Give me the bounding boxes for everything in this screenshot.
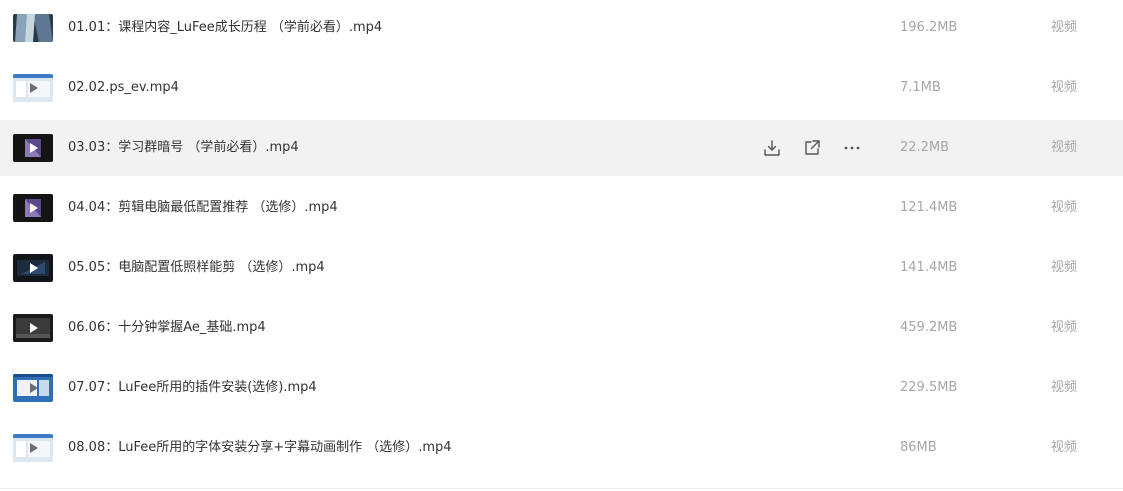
video-thumbnail[interactable] [13, 314, 53, 342]
download-icon[interactable] [762, 138, 782, 158]
file-type: 视频 [1051, 80, 1078, 95]
file-name[interactable]: 05.05：电脑配置低照样能剪 （选修）.mp4 [68, 240, 325, 296]
list-bottom-divider [0, 488, 1123, 489]
file-type: 视频 [1051, 260, 1078, 275]
file-size: 196.2MB [900, 20, 958, 35]
share-icon[interactable] [802, 138, 822, 158]
file-type: 视频 [1051, 140, 1078, 155]
more-icon[interactable] [842, 138, 862, 158]
file-type: 视频 [1051, 440, 1078, 455]
file-size: 141.4MB [900, 260, 958, 275]
file-type: 视频 [1051, 320, 1078, 335]
video-thumbnail[interactable] [13, 74, 53, 102]
file-size: 7.1MB [900, 80, 941, 95]
file-row[interactable]: 01.01：课程内容_LuFee成长历程 （学前必看）.mp4 196.2MB 视频 [0, 0, 1123, 56]
file-row[interactable]: 07.07：LuFee所用的插件安装(选修).mp4 229.5MB 视频 [0, 360, 1123, 416]
file-size: 459.2MB [900, 320, 958, 335]
file-row[interactable]: 08.08：LuFee所用的字体安装分享+字幕动画制作 （选修）.mp4 86MB… [0, 420, 1123, 476]
file-size: 229.5MB [900, 380, 958, 395]
file-name[interactable]: 01.01：课程内容_LuFee成长历程 （学前必看）.mp4 [68, 0, 382, 56]
file-size: 86MB [900, 440, 937, 455]
file-type: 视频 [1051, 20, 1078, 35]
file-row[interactable]: 06.06：十分钟掌握Ae_基础.mp4 459.2MB 视频 [0, 300, 1123, 356]
file-row[interactable]: 04.04：剪辑电脑最低配置推荐 （选修）.mp4 121.4MB 视频 [0, 180, 1123, 236]
row-actions [760, 120, 870, 176]
video-thumbnail[interactable] [13, 14, 53, 42]
video-thumbnail[interactable] [13, 254, 53, 282]
file-size: 121.4MB [900, 200, 958, 215]
file-name[interactable]: 04.04：剪辑电脑最低配置推荐 （选修）.mp4 [68, 180, 338, 236]
file-name[interactable]: 06.06：十分钟掌握Ae_基础.mp4 [68, 300, 266, 356]
video-thumbnail[interactable] [13, 434, 53, 462]
video-thumbnail[interactable] [13, 194, 53, 222]
file-name[interactable]: 03.03：学习群暗号 （学前必看）.mp4 [68, 120, 299, 176]
file-list: 01.01：课程内容_LuFee成长历程 （学前必看）.mp4 196.2MB 视频… [0, 0, 1123, 491]
file-type: 视频 [1051, 200, 1078, 215]
video-thumbnail[interactable] [13, 134, 53, 162]
video-thumbnail[interactable] [13, 374, 53, 402]
file-row[interactable]: 02.02.ps_ev.mp4 7.1MB 视频 [0, 60, 1123, 116]
file-row[interactable]: 03.03：学习群暗号 （学前必看）.mp4 22.2MB 视频 [0, 120, 1123, 176]
file-type: 视频 [1051, 380, 1078, 395]
file-name[interactable]: 07.07：LuFee所用的插件安装(选修).mp4 [68, 360, 317, 416]
file-row[interactable]: 05.05：电脑配置低照样能剪 （选修）.mp4 141.4MB 视频 [0, 240, 1123, 296]
file-name[interactable]: 02.02.ps_ev.mp4 [68, 60, 179, 116]
file-name[interactable]: 08.08：LuFee所用的字体安装分享+字幕动画制作 （选修）.mp4 [68, 420, 452, 476]
file-size: 22.2MB [900, 140, 950, 155]
